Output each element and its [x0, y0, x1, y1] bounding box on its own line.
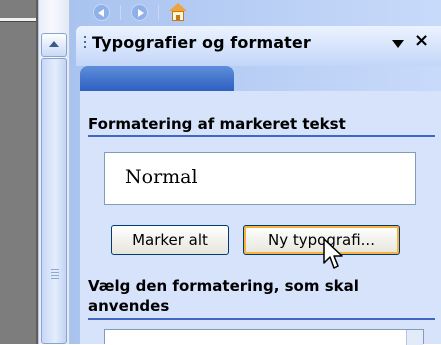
section-title-selected-text: Formatering af markeret tekst	[88, 115, 346, 133]
pane-drag-handle[interactable]	[84, 36, 87, 52]
document-area	[0, 0, 36, 344]
task-pane-nav-bar	[80, 66, 234, 91]
section-divider	[88, 135, 435, 137]
scroll-grip	[51, 269, 59, 281]
close-icon[interactable]: ×	[414, 31, 429, 51]
formatting-list[interactable]	[104, 329, 424, 345]
forward-arrow-icon[interactable]	[131, 4, 148, 21]
back-arrow-icon[interactable]	[93, 4, 110, 21]
chevron-up-icon	[49, 41, 59, 47]
mouse-pointer-icon	[323, 238, 343, 269]
task-pane-title: Typografier og formater	[92, 33, 311, 52]
nav-separator	[158, 5, 159, 20]
ruler-corner	[0, 18, 36, 22]
home-icon[interactable]	[167, 3, 189, 22]
dropdown-triangle-icon[interactable]	[392, 40, 404, 48]
section-divider	[88, 318, 435, 320]
current-style-name: Normal	[125, 166, 198, 188]
section-title-apply-formatting: Vælg den formatering, som skal anvendes	[88, 277, 359, 315]
nav-separator	[120, 5, 121, 20]
scroll-up-button[interactable]	[41, 33, 67, 57]
scroll-thumb[interactable]	[41, 58, 67, 344]
select-all-button[interactable]: Marker alt	[111, 225, 229, 255]
list-scroll-button[interactable]	[406, 330, 423, 345]
current-style-box[interactable]: Normal	[104, 152, 416, 205]
